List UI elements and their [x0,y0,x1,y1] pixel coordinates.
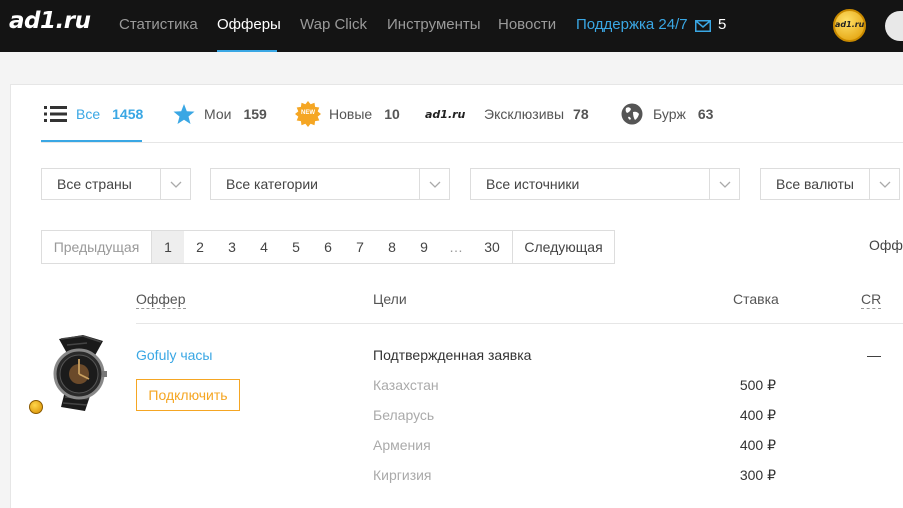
new-badge-text: NEW [301,110,315,116]
new-badge-icon: NEW [295,101,321,127]
nav-news[interactable]: Новости [498,16,556,33]
category-select[interactable]: Все категории [210,168,450,200]
tabs-divider [41,142,903,143]
page-button[interactable]: 8 [376,231,408,263]
page-button[interactable]: 1 [152,231,184,263]
page-button[interactable]: 5 [280,231,312,263]
tab-exclusive[interactable]: Эксклюзивы 78 [484,105,589,123]
avatar-logo-text: ad1.ru [835,20,865,29]
nav-support[interactable]: Поддержка 24/7 [576,16,688,33]
page-button[interactable]: 2 [184,231,216,263]
nav-statistics[interactable]: Статистика [119,16,198,33]
tab-my-count: 159 [243,106,267,122]
chevron-down-icon[interactable] [419,169,449,199]
tab-new[interactable]: NEW Новые 10 [295,101,400,127]
country-select-value: Все страны [57,176,132,192]
nav-wap-click[interactable]: Wap Click [300,16,367,33]
avatar[interactable]: ad1.ru [833,9,866,42]
tab-new-label: Новые [329,106,373,122]
page-ellipsis: … [449,239,463,255]
header-cr[interactable]: CR [861,291,882,309]
page-button[interactable]: 6 [312,231,344,263]
tab-burzh-count: 63 [697,106,714,122]
cr-value: — [867,347,881,363]
geo-rate: 500 ₽ [739,377,776,393]
nav-active-indicator [217,50,277,52]
mail-icon[interactable] [695,19,711,37]
page-button[interactable]: 3 [216,231,248,263]
logo[interactable]: ad1.ru [9,8,91,34]
tab-my[interactable]: Мои 159 [173,103,267,125]
page-button[interactable]: 30 [472,231,512,263]
header-goals: Цели [373,291,407,307]
next-page-button[interactable]: Следующая [512,231,614,263]
geo-country: Армения [373,437,431,453]
coin-icon [29,400,43,414]
category-select-value: Все категории [226,176,318,192]
currency-select[interactable]: Все валюты [760,168,900,200]
header-offer[interactable]: Оффер [136,291,186,309]
tab-new-count: 10 [384,106,400,122]
geo-country: Казахстан [373,377,439,393]
connect-button[interactable]: Подключить [136,379,240,411]
page-button[interactable]: 9 [408,231,440,263]
source-select[interactable]: Все источники [470,168,740,200]
goal-name: Подтвержденная заявка [373,347,532,363]
top-navbar: ad1.ru Статистика Офферы Wap Click Инстр… [0,0,903,52]
header-rate: Ставка [733,291,779,307]
tab-exclusive-label: Эксклюзивы [484,106,565,122]
tab-all[interactable]: Все 1458 [44,105,143,123]
chevron-down-icon[interactable] [160,169,190,199]
tab-burzh[interactable]: Бурж 63 [621,103,714,125]
tab-all-count: 1458 [112,106,144,122]
geo-country: Беларусь [373,407,435,423]
star-icon [173,103,195,125]
source-select-value: Все источники [486,176,580,192]
page-button[interactable]: 7 [344,231,376,263]
user-menu-toggle[interactable] [885,11,903,41]
offer-name-link[interactable]: Gofuly часы [136,347,213,363]
globe-icon [621,103,643,125]
tab-all-label: Все [76,106,101,122]
chevron-down-icon[interactable] [709,169,739,199]
nav-offers[interactable]: Офферы [217,16,281,33]
tab-exclusive-count: 78 [573,106,589,122]
tab-ad1[interactable]: ad1.ru [425,105,465,123]
ad1-logo: ad1.ru [425,107,466,121]
nav-tools[interactable]: Инструменты [387,16,481,33]
pagination: Предыдущая 1 2 3 4 5 6 7 8 9 … 30 Следую… [41,230,615,264]
chevron-down-icon[interactable] [869,169,899,199]
geo-rate: 400 ₽ [739,407,776,423]
table-header-divider [136,323,903,324]
prev-page-button[interactable]: Предыдущая [42,231,152,263]
page-button[interactable]: 4 [248,231,280,263]
geo-rate: 300 ₽ [739,467,776,483]
offers-card: Все 1458 Мои 159 NEW Новые 10 ad1.ru Экс… [10,84,903,508]
geo-country: Киргизия [373,467,432,483]
list-icon [44,105,67,123]
offer-image[interactable] [41,335,117,418]
geo-rate: 400 ₽ [739,437,776,453]
tab-my-label: Мои [204,106,232,122]
mail-count[interactable]: 5 [718,16,726,33]
currency-select-value: Все валюты [776,176,854,192]
tab-burzh-label: Бурж [653,106,686,122]
country-select[interactable]: Все страны [41,168,191,200]
offers-per-page-label: Офф [869,237,903,253]
